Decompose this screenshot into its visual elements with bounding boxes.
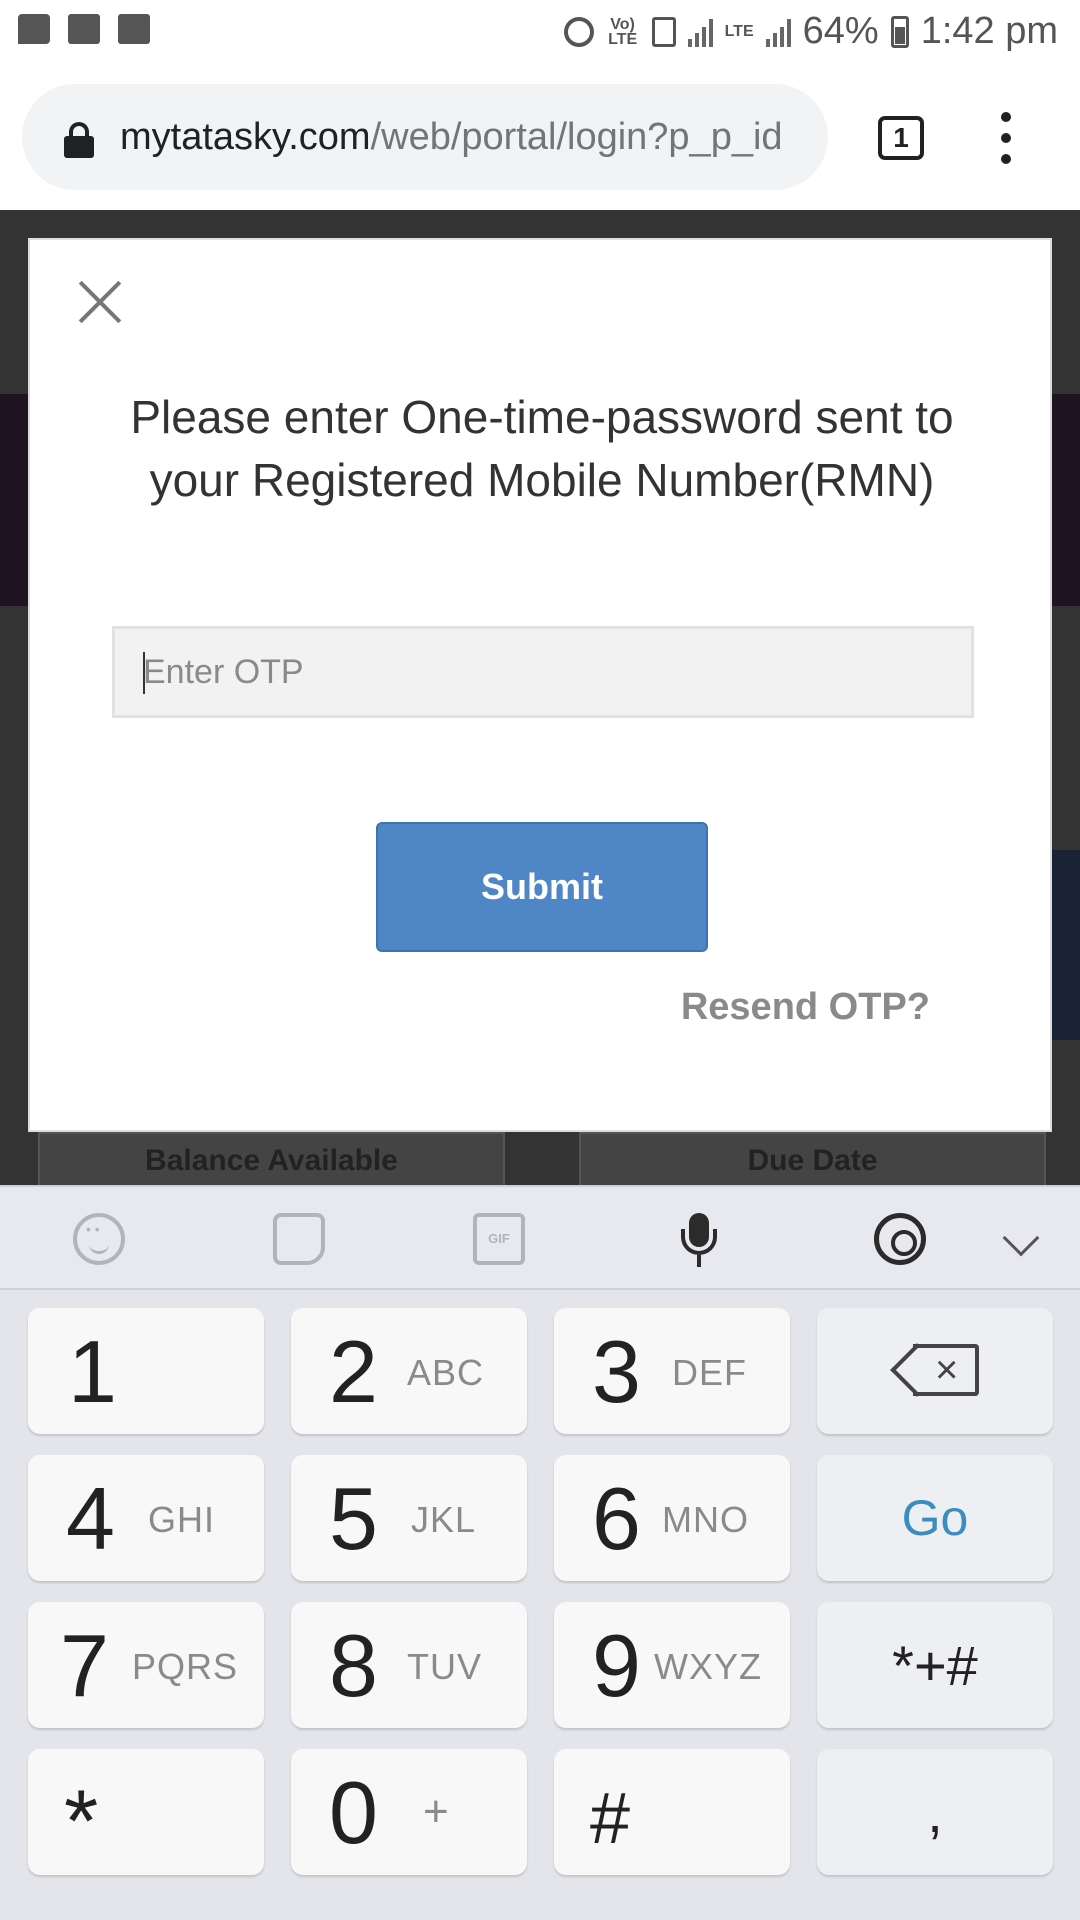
key-digit: 0 (329, 1763, 378, 1862)
backspace-icon: × (890, 1343, 981, 1397)
microphone-icon[interactable] (673, 1213, 725, 1267)
volte-label: Vo) LTE (608, 15, 638, 48)
key-letters: WXYZ (654, 1646, 762, 1687)
balance-card: Balance Available (38, 1132, 505, 1185)
key-digit: 4 (66, 1469, 115, 1568)
key-digit: 1 (68, 1322, 117, 1421)
gif-icon[interactable]: GIF (473, 1213, 525, 1265)
key-hash[interactable]: # (554, 1749, 790, 1875)
key-letters: DEF (672, 1352, 747, 1393)
key-digit: 5 (329, 1469, 378, 1568)
tab-switcher-button[interactable]: 1 (878, 116, 924, 160)
otp-dialog: Please enter One-time-password sent to y… (28, 238, 1052, 1132)
browser-toolbar: mytatasky.com/web/portal/login?p_p_id 1 (0, 64, 1080, 210)
due-date-card: Due Date (579, 1132, 1046, 1185)
resend-otp-link[interactable]: Resend OTP? (681, 986, 930, 1029)
url-text[interactable]: mytatasky.com/web/portal/login?p_p_id (120, 112, 820, 162)
address-bar[interactable]: mytatasky.com/web/portal/login?p_p_id (22, 84, 828, 190)
chevron-down-icon[interactable] (1002, 1219, 1040, 1257)
star-label: * (64, 1771, 99, 1870)
go-key[interactable]: Go (817, 1455, 1053, 1581)
key-1[interactable]: 1 (28, 1308, 264, 1434)
key-digit: 3 (592, 1322, 641, 1421)
signal-icon (687, 17, 713, 47)
backspace-key[interactable]: × (817, 1308, 1053, 1434)
url-path: /web/portal/login?p_p_id (370, 116, 783, 158)
key-letters: TUV (407, 1646, 482, 1687)
url-host: mytatasky.com (120, 116, 371, 158)
mail-icon (118, 14, 150, 44)
clock: 1:42 pm (920, 10, 1058, 52)
otp-input[interactable] (112, 626, 974, 718)
key-letters: MNO (662, 1499, 749, 1540)
account-cards: Balance Available Due Date (38, 1132, 1046, 1185)
comma-label: , (927, 1780, 943, 1844)
go-label: Go (901, 1490, 969, 1546)
gear-icon[interactable] (874, 1213, 926, 1265)
key-digit: 2 (329, 1322, 378, 1421)
text-caret (143, 652, 145, 694)
status-bar: Vo) LTE LTE 64% 1:42 pm (0, 0, 1080, 64)
key-digit: 7 (60, 1616, 109, 1715)
comma-key[interactable]: , (817, 1749, 1053, 1875)
signal-icon-2 (765, 17, 791, 47)
key-letters: PQRS (132, 1646, 239, 1687)
key-digit: 8 (329, 1616, 378, 1715)
message-icon (18, 14, 50, 44)
key-letters: JKL (411, 1499, 477, 1540)
symbols-label: *+# (892, 1633, 978, 1697)
key-digit: 9 (592, 1616, 641, 1715)
emoji-icon[interactable] (73, 1213, 125, 1265)
battery-percent: 64% (802, 10, 879, 52)
key-letters: GHI (148, 1499, 216, 1540)
overflow-menu-icon[interactable] (998, 112, 1014, 164)
key-3[interactable]: 3 DEF (554, 1308, 790, 1434)
submit-button[interactable]: Submit (376, 822, 708, 952)
system-status: Vo) LTE LTE 64% 1:42 pm (563, 10, 1058, 53)
image-icon (68, 14, 100, 44)
sticker-icon[interactable] (273, 1213, 325, 1265)
key-digit: 6 (592, 1469, 641, 1568)
key-plus: + (423, 1787, 450, 1836)
hash-label: # (590, 1779, 631, 1859)
key-6[interactable]: 6 MNO (554, 1455, 790, 1581)
notification-icons (18, 14, 150, 44)
key-9[interactable]: 9 WXYZ (554, 1602, 790, 1728)
numeric-keyboard: 1 2 ABC 3 DEF × 4 GHI 5 JKL 6 MNO Go 7 P… (0, 1290, 1080, 1920)
alarm-icon (563, 16, 594, 47)
key-0[interactable]: 0 + (291, 1749, 527, 1875)
key-letters: ABC (407, 1352, 485, 1393)
key-8[interactable]: 8 TUV (291, 1602, 527, 1728)
key-4[interactable]: 4 GHI (28, 1455, 264, 1581)
lock-icon[interactable] (64, 122, 94, 158)
symbols-key[interactable]: *+# (817, 1602, 1053, 1728)
key-5[interactable]: 5 JKL (291, 1455, 527, 1581)
key-7[interactable]: 7 PQRS (28, 1602, 264, 1728)
keyboard-toolbar: GIF (0, 1185, 1080, 1290)
key-2[interactable]: 2 ABC (291, 1308, 527, 1434)
lte-label: LTE (724, 23, 754, 40)
sim-icon (651, 16, 676, 47)
battery-icon (890, 15, 909, 48)
otp-message: Please enter One-time-password sent to y… (130, 391, 954, 506)
close-icon[interactable] (72, 274, 128, 330)
key-star[interactable]: * (28, 1749, 264, 1875)
